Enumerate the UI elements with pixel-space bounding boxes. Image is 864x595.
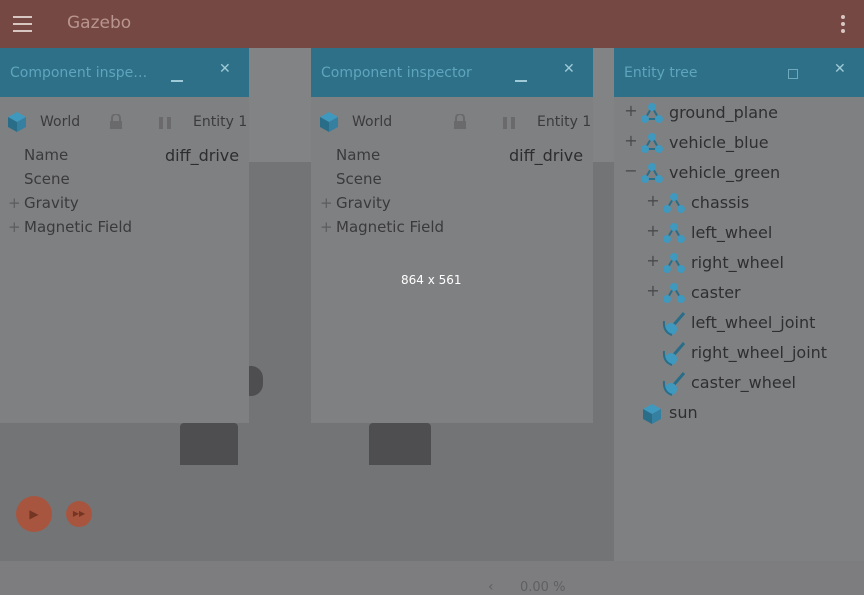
close-icon[interactable]: ✕: [834, 61, 846, 77]
vehicle-shadow: [369, 423, 431, 465]
world-cube-icon: [320, 112, 338, 132]
vehicle-shadow: [180, 423, 238, 465]
app-bar: Gazebo: [0, 0, 864, 48]
tree-item-sun[interactable]: sun: [614, 401, 864, 425]
expand-icon[interactable]: +: [646, 251, 660, 270]
component-inspector-left: Component inspe… ✕ World Entity 1 Name d…: [0, 48, 249, 423]
tree-item-label: ground_plane: [669, 103, 778, 122]
tree-item-label: caster: [691, 283, 741, 302]
tree-item-chassis[interactable]: + chassis: [614, 191, 864, 215]
name-label: Name: [24, 146, 69, 164]
tree-item-ground-plane[interactable]: + ground_plane: [614, 101, 864, 125]
tree-item-vehicle-blue[interactable]: + vehicle_blue: [614, 131, 864, 155]
light-icon: [640, 401, 664, 427]
tree-item-caster-wheel[interactable]: caster_wheel: [614, 371, 864, 397]
component-inspector-right: Component inspector ✕ World Entity 1 Nam…: [311, 48, 593, 423]
scene-sky-strip: [593, 48, 614, 162]
tree-item-right-wheel[interactable]: + right_wheel: [614, 251, 864, 275]
panel-header: Component inspector ✕: [311, 48, 593, 97]
scene-label: Scene: [336, 170, 382, 188]
panel-title: Component inspector: [321, 65, 472, 81]
model-icon: [640, 101, 664, 127]
play-button[interactable]: ▶: [16, 496, 52, 532]
tree-item-right-wheel-joint[interactable]: right_wheel_joint: [614, 341, 864, 367]
expand-icon[interactable]: +: [320, 218, 333, 236]
close-icon[interactable]: ✕: [219, 61, 231, 77]
pause-icon[interactable]: [503, 117, 517, 129]
tree-item-label: caster_wheel: [691, 373, 796, 392]
expand-icon[interactable]: +: [320, 194, 333, 212]
expand-icon[interactable]: +: [646, 281, 660, 300]
entity-label: Entity 1: [193, 114, 248, 130]
world-label: World: [352, 114, 393, 130]
name-value: diff_drive: [165, 146, 240, 165]
world-row: World Entity 1: [0, 108, 249, 134]
gravity-label[interactable]: Gravity: [24, 194, 79, 212]
link-icon: [662, 191, 686, 217]
step-back-icon[interactable]: ‹: [488, 579, 494, 595]
scene-label: Scene: [24, 170, 70, 188]
expand-icon[interactable]: +: [624, 131, 638, 150]
joint-icon: [662, 311, 686, 337]
tree-item-label: vehicle_blue: [669, 133, 769, 152]
expand-icon[interactable]: +: [646, 191, 660, 210]
joint-icon: [662, 341, 686, 367]
expand-icon[interactable]: +: [8, 218, 21, 236]
collapse-icon[interactable]: −: [624, 161, 638, 180]
link-icon: [662, 281, 686, 307]
link-icon: [662, 251, 686, 277]
tree-item-left-wheel-joint[interactable]: left_wheel_joint: [614, 311, 864, 337]
hamburger-menu-icon[interactable]: [13, 16, 33, 32]
world-row: World Entity 1: [311, 108, 593, 134]
scene-sky-strip: [249, 48, 311, 162]
tree-item-left-wheel[interactable]: + left_wheel: [614, 221, 864, 245]
lock-icon[interactable]: [109, 114, 123, 129]
minimize-icon[interactable]: [171, 80, 183, 82]
close-icon[interactable]: ✕: [563, 61, 575, 77]
more-options-icon[interactable]: [841, 15, 845, 33]
lock-icon[interactable]: [453, 114, 467, 129]
magnetic-field-label[interactable]: Magnetic Field: [336, 218, 444, 236]
minimize-icon[interactable]: [515, 80, 527, 82]
gravity-label[interactable]: Gravity: [336, 194, 391, 212]
step-button[interactable]: ▶▶: [66, 501, 92, 527]
world-label: World: [40, 114, 81, 130]
panel-title: Entity tree: [624, 65, 698, 81]
panel-header: Component inspe… ✕: [0, 48, 249, 97]
progress-readout: 0.00 %: [520, 580, 566, 595]
tree-item-label: left_wheel_joint: [691, 313, 816, 332]
vehicle-wheel: [249, 366, 263, 396]
dimension-label: 864 x 561: [401, 273, 462, 287]
tree-item-label: vehicle_green: [669, 163, 781, 182]
tree-item-label: chassis: [691, 193, 750, 212]
app-title: Gazebo: [67, 13, 132, 33]
expand-icon[interactable]: +: [624, 101, 638, 120]
tree-item-vehicle-green[interactable]: − vehicle_green: [614, 161, 864, 185]
magnetic-field-label[interactable]: Magnetic Field: [24, 218, 132, 236]
model-icon: [640, 131, 664, 157]
entity-tree-panel: Entity tree ✕ + ground_plane + vehicle_blue…: [614, 48, 864, 561]
joint-icon: [662, 371, 686, 397]
tree-item-label: right_wheel: [691, 253, 784, 272]
tree-item-label: right_wheel_joint: [691, 343, 828, 362]
link-icon: [662, 221, 686, 247]
entity-label: Entity 1: [537, 114, 592, 130]
name-value: diff_drive: [509, 146, 584, 165]
tree-item-label: left_wheel: [691, 223, 773, 242]
panel-header: Entity tree ✕: [614, 48, 864, 97]
expand-icon[interactable]: +: [646, 221, 660, 240]
pause-icon[interactable]: [159, 117, 173, 129]
tree-item-caster[interactable]: + caster: [614, 281, 864, 305]
model-icon: [640, 161, 664, 187]
panel-title: Component inspe…: [10, 65, 148, 81]
world-cube-icon: [8, 112, 26, 132]
name-label: Name: [336, 146, 381, 164]
tree-item-label: sun: [669, 403, 698, 422]
maximize-icon[interactable]: [788, 69, 798, 79]
expand-icon[interactable]: +: [8, 194, 21, 212]
